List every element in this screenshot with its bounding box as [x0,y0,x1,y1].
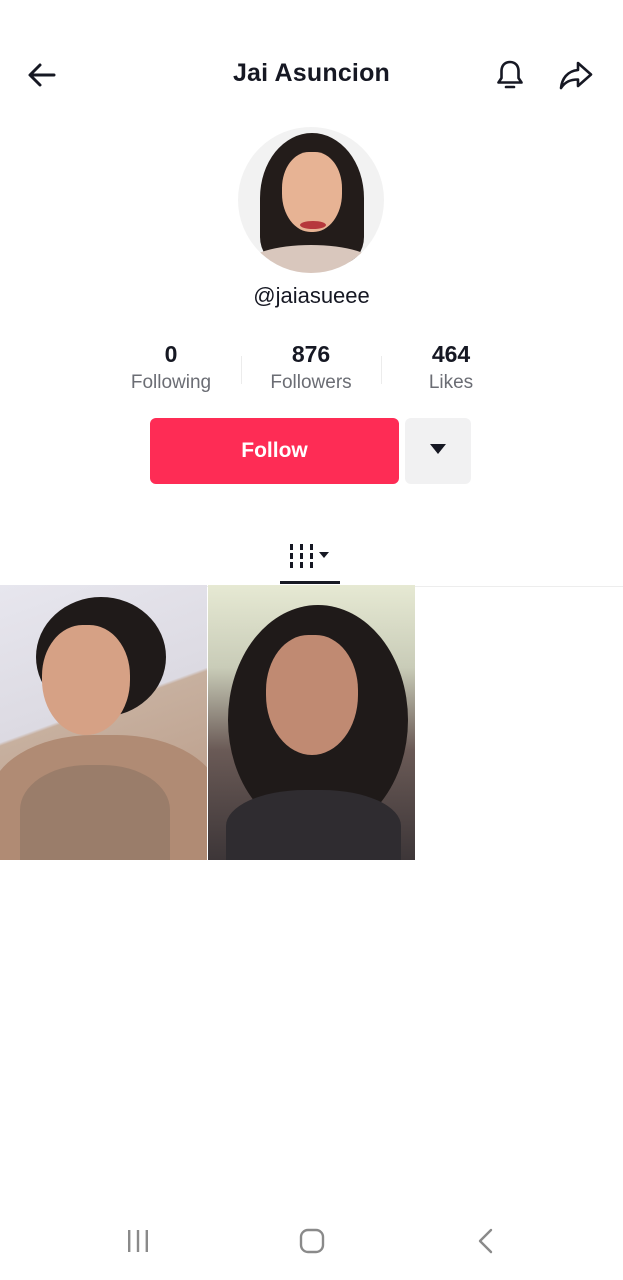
likes-count: 464 [431,341,471,367]
stat-followers[interactable]: 876 Followers [236,338,386,394]
recents-icon [124,1228,152,1259]
system-nav-bar [0,1215,623,1271]
likes-label: Likes [428,372,474,393]
notification-button[interactable] [486,51,534,99]
tab-indicator [280,581,340,584]
bell-icon [492,57,528,93]
profile-stats: 0 Following 876 Followers 464 Likes [0,338,623,408]
username: @jaiasueee [253,283,370,308]
follow-button[interactable]: Follow [150,418,399,484]
profile-avatar[interactable] [238,127,384,273]
share-arrow-icon [557,57,595,93]
video-grid [0,585,623,861]
followers-label: Followers [270,372,352,393]
recents-button[interactable] [114,1223,162,1263]
home-icon [298,1227,326,1260]
content-tabs [0,532,623,587]
followers-count: 876 [291,341,331,367]
caret-down-icon [429,442,447,460]
tab-videos[interactable] [280,532,340,584]
following-count: 0 [164,341,178,367]
video-thumbnail[interactable] [0,585,207,860]
top-bar: Jai Asuncion [0,45,623,105]
share-button[interactable] [552,51,600,99]
stat-following[interactable]: 0 Following [96,338,246,394]
more-options-button[interactable] [405,418,471,484]
video-thumbnail[interactable] [208,585,415,860]
system-back-button[interactable] [462,1223,510,1263]
back-chevron-icon [474,1227,498,1260]
following-label: Following [130,372,212,393]
stat-likes[interactable]: 464 Likes [376,338,526,394]
video-grid-icon [286,541,334,576]
home-button[interactable] [288,1223,336,1263]
